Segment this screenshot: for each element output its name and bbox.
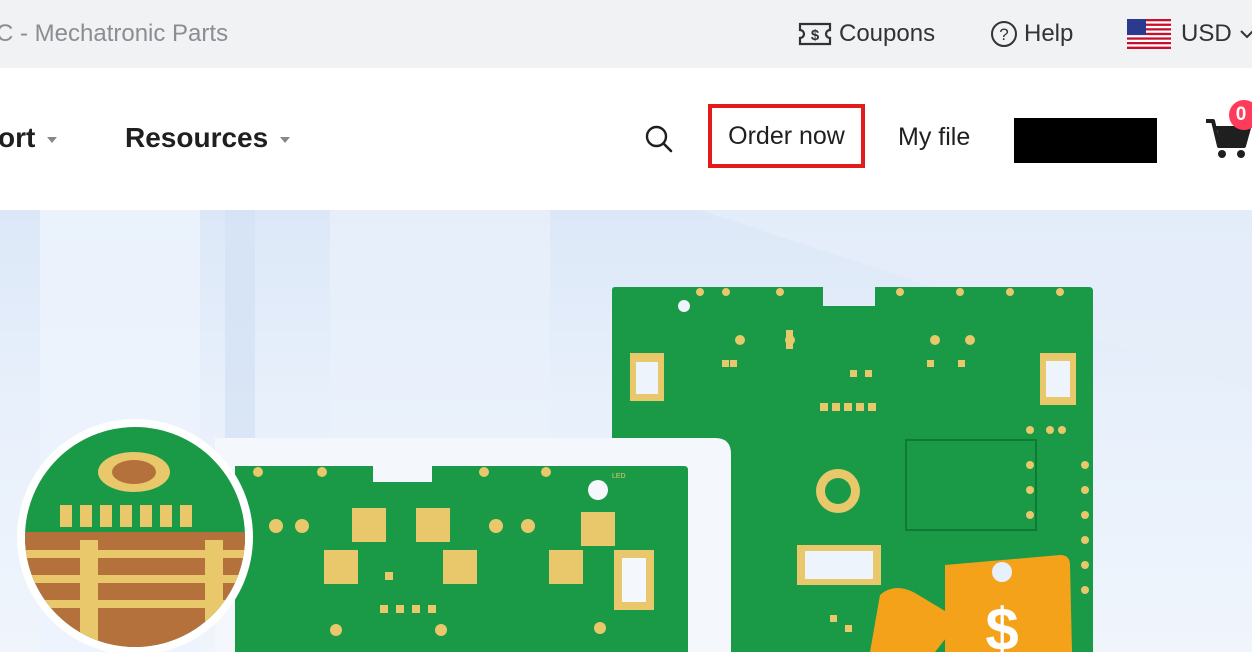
currency-label: USD	[1181, 20, 1232, 47]
search-icon	[645, 125, 673, 153]
caret-down-icon	[47, 137, 58, 143]
us-flag-icon	[1127, 19, 1171, 49]
currency-selector[interactable]: USD	[1127, 17, 1252, 51]
help-icon: ?	[990, 20, 1018, 48]
caret-down-icon	[280, 137, 291, 143]
nav-resources-label: Resources	[125, 122, 269, 153]
order-now-label: Order now	[728, 121, 845, 150]
coupons-label: Coupons	[839, 20, 936, 47]
led-silkscreen-label: LED	[612, 473, 626, 480]
help-link[interactable]: ? Help	[990, 17, 1073, 51]
coupon-icon: $	[797, 21, 833, 47]
coupons-link[interactable]: $ Coupons	[797, 17, 935, 51]
pcb-hero-illustration: LED $	[17, 210, 1252, 652]
order-now-button[interactable]: Order now	[708, 104, 865, 168]
svg-text:?: ?	[999, 25, 1008, 44]
account-button[interactable]	[1014, 118, 1157, 163]
help-label: Help	[1024, 20, 1074, 47]
search-button[interactable]	[644, 124, 674, 154]
nav-support[interactable]: ort	[0, 122, 58, 154]
cart-count-badge: 0	[1229, 100, 1252, 130]
chevron-down-icon	[1239, 29, 1252, 39]
hero-banner: LED $	[0, 210, 1252, 652]
main-navigation: ort Resources Order now My file 0	[0, 68, 1252, 210]
nav-resources[interactable]: Resources	[125, 122, 291, 154]
top-utility-bar: C - Mechatronic Parts $ Coupons ? Help U…	[0, 0, 1252, 68]
site-tagline: C - Mechatronic Parts	[0, 20, 229, 47]
svg-text:$: $	[811, 27, 820, 44]
my-file-link[interactable]: My file	[898, 123, 970, 152]
nav-support-label: ort	[0, 122, 36, 153]
svg-text:$: $	[985, 596, 1018, 652]
